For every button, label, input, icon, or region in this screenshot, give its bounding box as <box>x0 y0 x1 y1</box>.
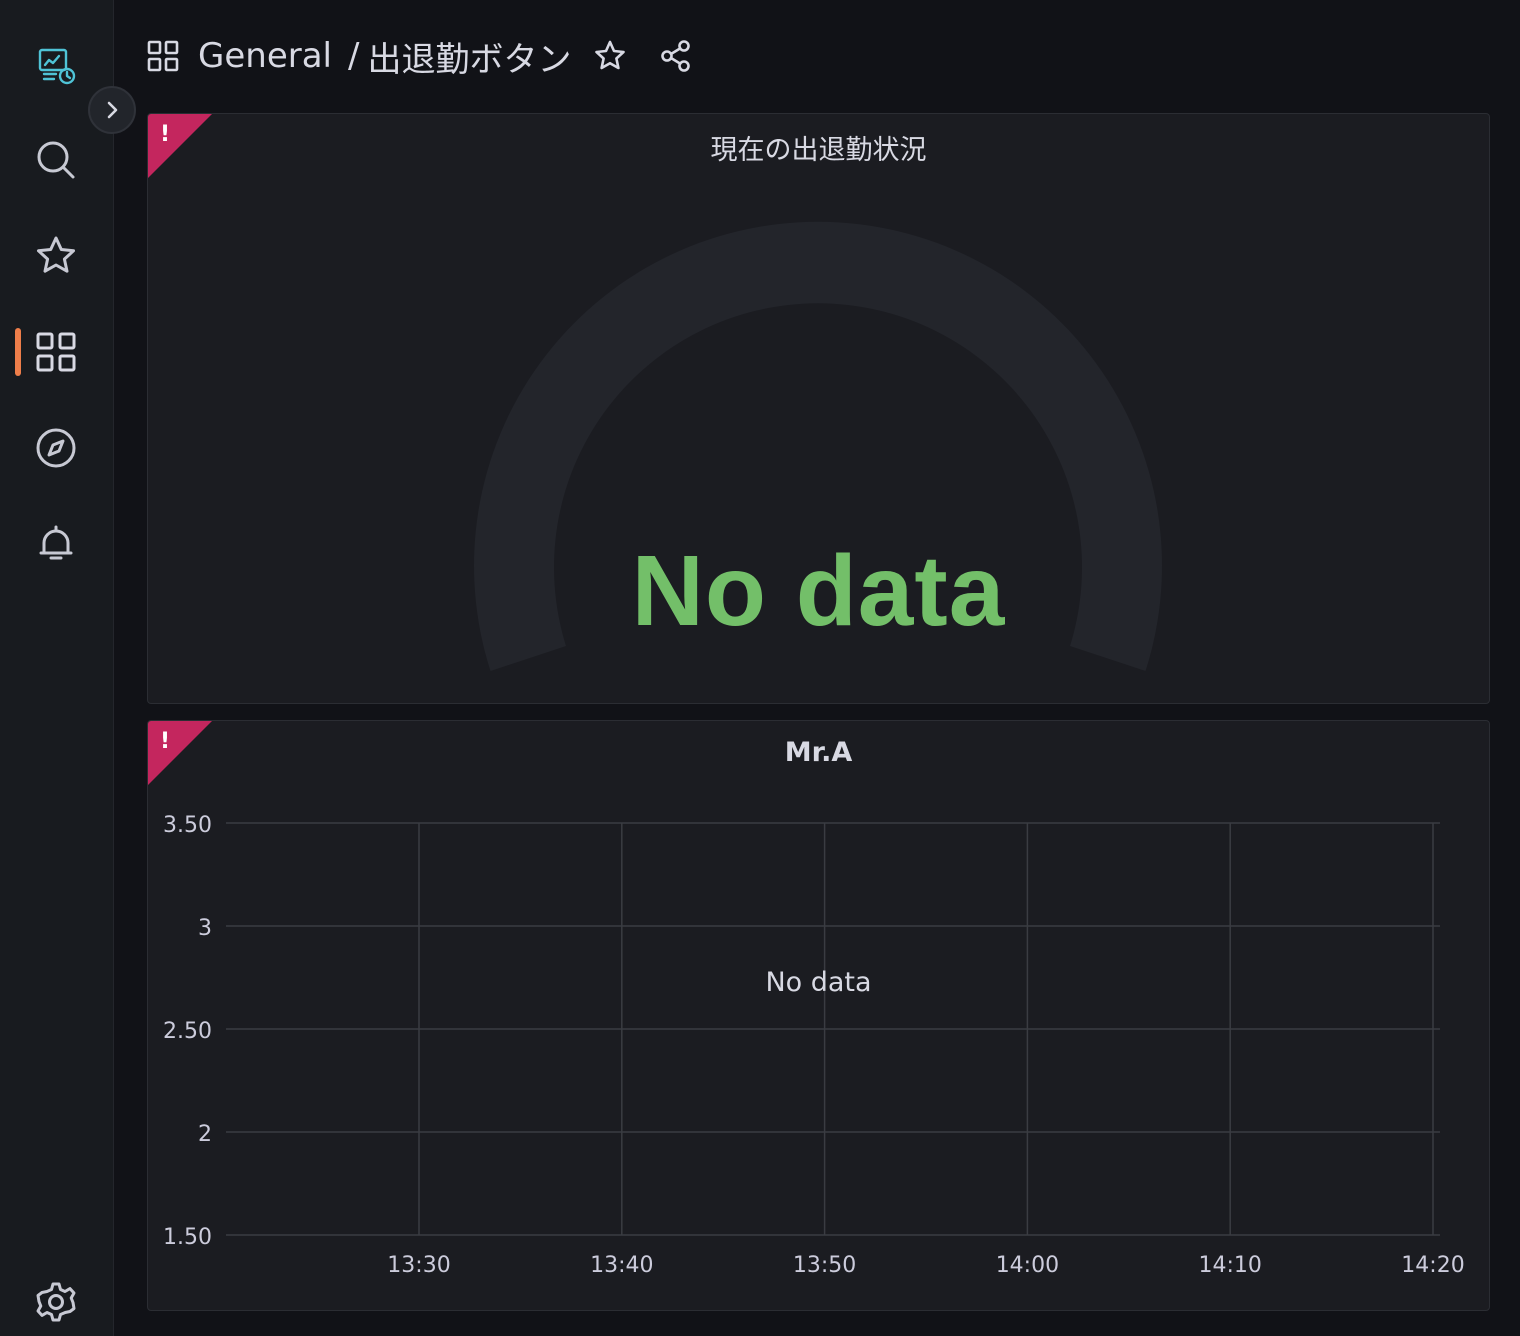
settings-icon[interactable] <box>0 1262 112 1336</box>
search-icon[interactable] <box>0 120 112 200</box>
dashboard-header: General / 出退勤ボタン <box>146 28 693 84</box>
breadcrumb-separator: / <box>348 36 360 76</box>
chevron-right-icon <box>107 101 118 119</box>
x-tick-label: 13:30 <box>387 1253 450 1278</box>
explore-icon[interactable] <box>0 408 112 488</box>
chart-no-data: No data <box>765 967 872 998</box>
gauge-panel[interactable]: ! 現在の出退勤状況 No data <box>147 113 1490 704</box>
alerting-icon[interactable] <box>0 504 112 584</box>
timeseries-panel[interactable]: ! Mr.A 3.50 3 2.50 2 1.50 13:30 13:40 13:50 14:0… <box>147 720 1490 1311</box>
x-tick-label: 13:50 <box>793 1253 856 1278</box>
dashboard-title[interactable]: 出退勤ボタン <box>367 32 571 81</box>
starred-icon[interactable] <box>0 216 112 296</box>
gauge-value: No data <box>631 535 1006 647</box>
star-icon[interactable] <box>593 39 627 73</box>
share-icon[interactable] <box>659 39 693 73</box>
dashboard-grid-icon <box>146 39 180 73</box>
x-tick-label: 14:20 <box>1401 1253 1464 1278</box>
dashboards-icon[interactable] <box>0 312 112 392</box>
y-tick-label: 2.50 <box>163 1019 212 1044</box>
expand-sidebar-button[interactable] <box>88 86 136 134</box>
y-tick-label: 2 <box>198 1122 212 1147</box>
breadcrumb-folder[interactable]: General <box>198 36 332 76</box>
y-tick-label: 3.50 <box>163 813 212 838</box>
chart-plot: 3.50 3 2.50 2 1.50 13:30 13:40 13:50 14:00 14:10 1… <box>163 813 1465 1278</box>
x-tick-label: 14:10 <box>1198 1253 1261 1278</box>
sidebar <box>0 0 136 1336</box>
x-tick-label: 13:40 <box>590 1253 653 1278</box>
y-tick-label: 3 <box>198 916 212 941</box>
y-tick-label: 1.50 <box>163 1225 212 1250</box>
x-tick-label: 14:00 <box>996 1253 1059 1278</box>
